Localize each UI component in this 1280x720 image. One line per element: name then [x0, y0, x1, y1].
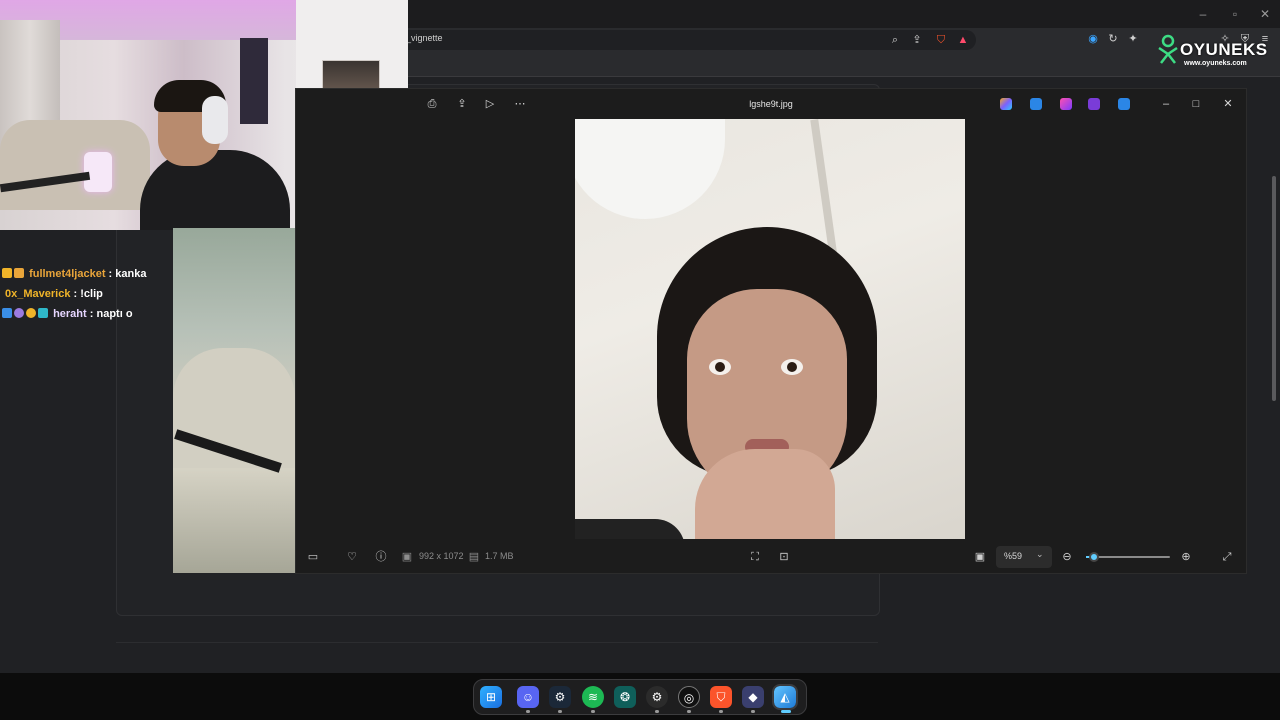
- full-screen-icon[interactable]: ⤢: [1220, 550, 1234, 564]
- chevron-down-icon: ⌄: [1036, 549, 1044, 559]
- image-size-icon: ▣: [401, 551, 413, 563]
- favorite-icon[interactable]: ♡: [345, 550, 359, 564]
- oyuneks-brand: OYUNEKS: [1180, 40, 1268, 59]
- brave-icon[interactable]: ⛉: [710, 686, 732, 708]
- file-size-icon: ▤: [468, 551, 480, 563]
- file-size: 1.7 MB: [485, 551, 514, 561]
- zoom-in-icon[interactable]: ⊕: [1179, 550, 1193, 564]
- webcam-headset: [202, 96, 228, 144]
- running-indicator: [591, 710, 595, 713]
- zoom-out-icon[interactable]: ⊖: [1060, 550, 1074, 564]
- zoom-level: %59: [1004, 551, 1023, 561]
- photos-window: ⎙ ⇪ ▷ ⋯ lgshe9t.jpg – □ ✕ ▭ ♡ ⓘ ▣ 992 x …: [295, 88, 1247, 574]
- chat-message: fullmet4ljacket : kanka: [2, 268, 146, 280]
- running-indicator: [655, 710, 659, 713]
- page-scrollbar[interactable]: [1272, 176, 1276, 401]
- webcam-person-body: [140, 150, 290, 230]
- sync-icon[interactable]: ↻: [1106, 32, 1120, 46]
- text-extract-icon[interactable]: ⊡: [777, 550, 791, 564]
- running-indicator: [687, 710, 691, 713]
- photos-bottom-bar: ▭ ♡ ⓘ ▣ 992 x 1072 ▤ 1.7 MB ⛶ ⊡ ▣ %59 ⌄ …: [296, 541, 1246, 573]
- chat-text: kanka: [115, 268, 147, 280]
- visual-search-icon[interactable]: ⛶: [748, 550, 762, 564]
- copilot-icon[interactable]: [1000, 98, 1012, 110]
- photos-app-icon[interactable]: ◭: [772, 684, 798, 710]
- steam-icon[interactable]: ⚙: [549, 686, 571, 708]
- chat-badge-icon: [26, 308, 36, 318]
- chat-badge-icon: [2, 268, 12, 278]
- photo-iris: [787, 362, 797, 372]
- fit-to-window-icon[interactable]: ▣: [973, 550, 987, 564]
- photo-shirt: [575, 519, 685, 539]
- more-options-icon[interactable]: ⋯: [512, 97, 528, 111]
- info-icon[interactable]: ⓘ: [374, 550, 388, 564]
- oyuneks-url: www.oyuneks.com: [1184, 60, 1247, 67]
- share-icon[interactable]: ⇪: [910, 33, 924, 47]
- chat-message: heraht : naptı o: [2, 308, 133, 320]
- windows-start-icon[interactable]: ⊞: [480, 686, 502, 708]
- chat-badge-icon: [14, 308, 24, 318]
- chat-badge-icon: [2, 308, 12, 318]
- photo-lampshade: [575, 119, 725, 219]
- spotify-icon[interactable]: ≋: [582, 686, 604, 708]
- secondary-video: [173, 228, 295, 573]
- chat-username[interactable]: heraht: [53, 308, 87, 320]
- webcam-sofa: [0, 120, 150, 210]
- photo-iris: [715, 362, 725, 372]
- running-indicator: [526, 710, 530, 713]
- close-icon[interactable]: ✕: [1220, 97, 1236, 111]
- slideshow-icon[interactable]: ▷: [482, 97, 498, 111]
- chat-separator: :: [89, 308, 94, 320]
- zoom-slider-thumb[interactable]: [1089, 552, 1100, 562]
- brave-shields-icon[interactable]: ⛉: [934, 33, 948, 47]
- minimize-icon[interactable]: –: [1158, 97, 1174, 111]
- onedrive-icon[interactable]: [1118, 98, 1130, 110]
- chat-username[interactable]: fullmet4ljacket: [29, 268, 105, 280]
- running-indicator: [719, 710, 723, 713]
- obs-settings-icon[interactable]: ⚙: [646, 686, 668, 708]
- minimize-icon[interactable]: –: [1194, 6, 1212, 22]
- oyuneks-logo-icon: [1158, 34, 1178, 64]
- wave-app-icon[interactable]: ❂: [614, 686, 636, 708]
- chat-badge-icon: [38, 308, 48, 318]
- print-icon[interactable]: ⎙: [424, 97, 440, 111]
- running-indicator: [751, 710, 755, 713]
- maximize-icon[interactable]: ▫: [1226, 6, 1244, 22]
- chat-text: naptı o: [96, 308, 133, 320]
- discord-icon[interactable]: ☺: [517, 686, 539, 708]
- address-bar-text: _vignette: [406, 33, 443, 43]
- designer-icon[interactable]: [1060, 98, 1072, 110]
- active-indicator: [781, 710, 791, 713]
- audio-icon[interactable]: ◉: [1086, 32, 1100, 46]
- page-divider: [116, 642, 878, 643]
- displayed-photo: [575, 119, 965, 539]
- image-dimensions: 992 x 1072: [419, 551, 464, 561]
- chat-username[interactable]: 0x_Maverick: [5, 288, 70, 300]
- close-icon[interactable]: ✕: [1256, 6, 1274, 22]
- photo-hand: [695, 449, 835, 539]
- clipchamp-icon[interactable]: [1088, 98, 1100, 110]
- chat-text: !clip: [80, 288, 103, 300]
- chat-badge-icon: [14, 268, 24, 278]
- running-indicator: [558, 710, 562, 713]
- maximize-icon[interactable]: □: [1188, 97, 1204, 111]
- chat-separator: :: [108, 268, 113, 280]
- diamond-app-icon[interactable]: ◆: [742, 686, 764, 708]
- extensions-icon[interactable]: ✦: [1126, 32, 1140, 46]
- webcam-wall-banner: [240, 38, 268, 124]
- chat-message: 0x_Maverick : !clip: [5, 288, 103, 300]
- filmstrip-icon[interactable]: ▭: [306, 550, 320, 564]
- edit-icon[interactable]: [1030, 98, 1042, 110]
- chat-separator: :: [73, 288, 78, 300]
- brave-rewards-icon[interactable]: ▲: [956, 33, 970, 47]
- zoom-icon[interactable]: ⌕: [888, 33, 902, 47]
- share-icon[interactable]: ⇪: [454, 97, 470, 111]
- photo-filename: lgshe9t.jpg: [749, 99, 793, 109]
- obs-studio-icon[interactable]: ◎: [678, 686, 700, 708]
